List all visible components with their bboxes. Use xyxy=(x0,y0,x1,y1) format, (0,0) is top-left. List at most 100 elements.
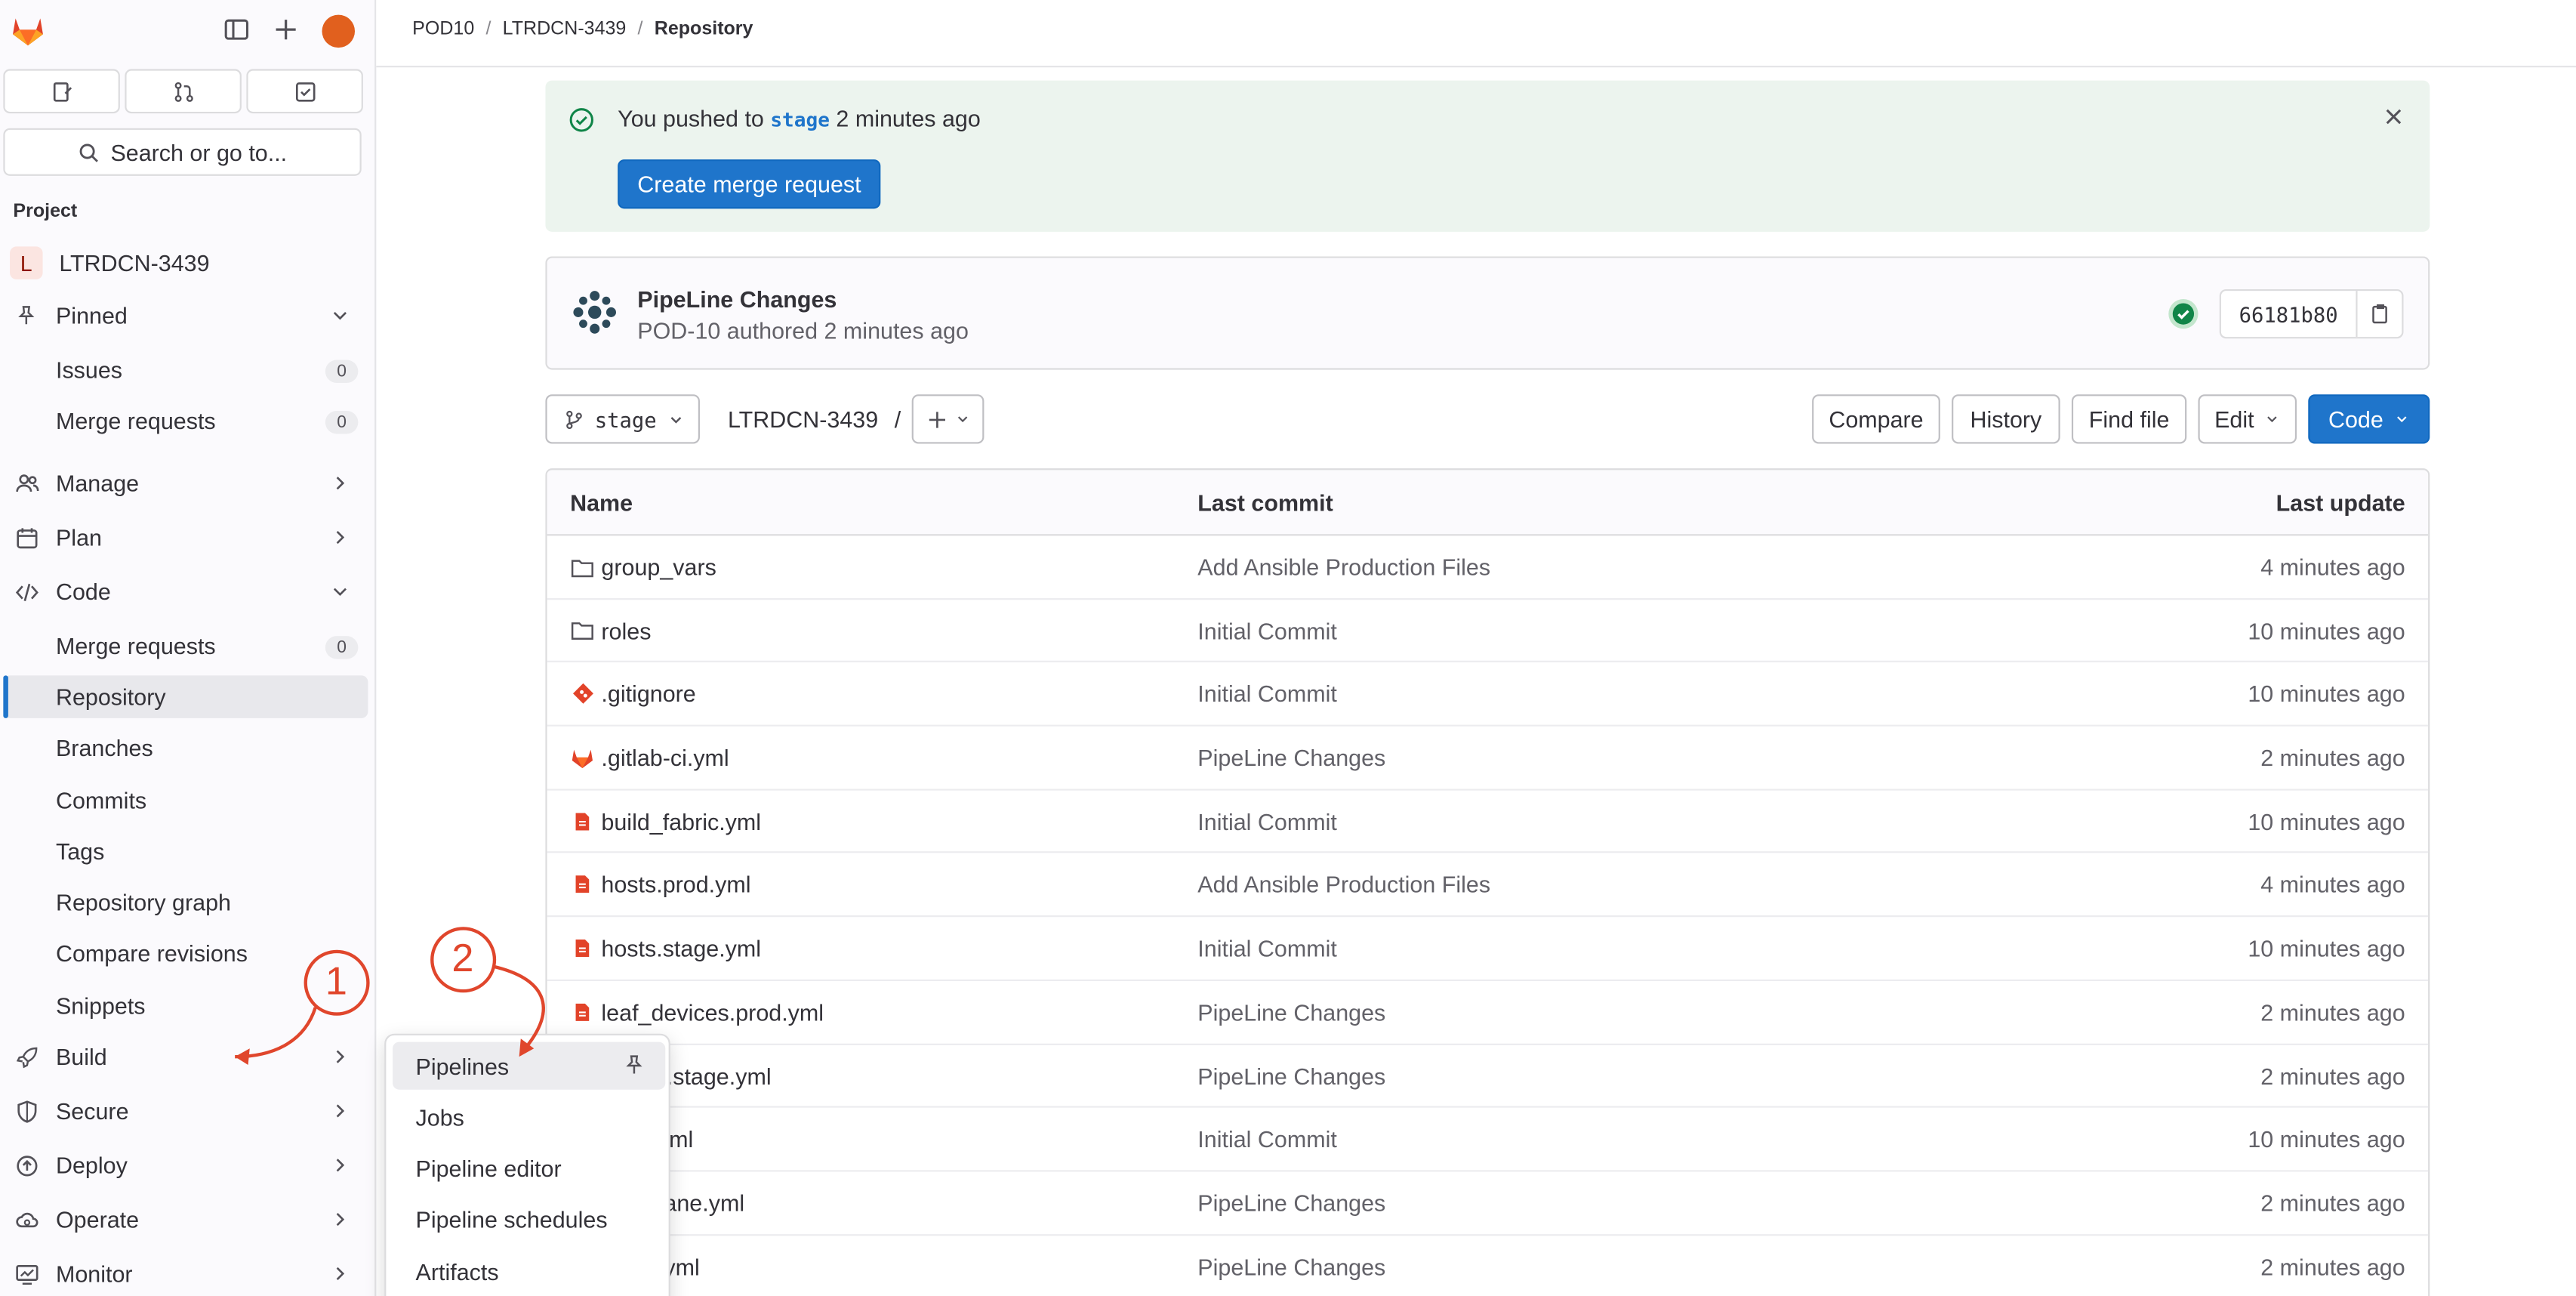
alert-branch-link[interactable]: stage xyxy=(770,109,830,131)
last-commit-cell[interactable]: PipeLine Changes xyxy=(1197,999,1385,1026)
file-name-cell[interactable]: roles xyxy=(570,617,651,643)
breadcrumb-item[interactable]: LTRDCN-3439 xyxy=(503,20,627,39)
code-dropdown-button[interactable]: Code xyxy=(2308,394,2430,444)
file-name-cell[interactable]: build_fabric.yml xyxy=(570,808,761,835)
sidebar-item-code[interactable]: Code xyxy=(0,570,368,613)
last-commit-cell[interactable]: Initial Commit xyxy=(1197,681,1337,708)
create-merge-request-button[interactable]: Create merge request xyxy=(618,159,881,209)
sidebar-item-issues[interactable]: Issues xyxy=(56,356,122,383)
compare-button[interactable]: Compare xyxy=(1812,394,1940,444)
last-commit-cell[interactable]: Initial Commit xyxy=(1197,1126,1337,1153)
menu-item-jobs[interactable]: Jobs xyxy=(393,1093,665,1140)
file-name[interactable]: leaf_devices.prod.yml xyxy=(601,999,824,1026)
table-row[interactable]: group_vars Add Ansible Production Files 4 … xyxy=(547,535,2429,600)
close-icon[interactable] xyxy=(2380,103,2407,130)
file-name-cell[interactable]: leaf_devices.prod.yml xyxy=(570,999,824,1026)
menu-item-pipelines[interactable]: Pipelines xyxy=(393,1041,666,1090)
sidebar-item-operate[interactable]: Operate xyxy=(0,1198,368,1241)
menu-item-pipeline-schedules[interactable]: Pipeline schedules xyxy=(393,1195,665,1242)
table-row[interactable]: roles Initial Commit 10 minutes ago xyxy=(547,600,2429,663)
breadcrumb-current[interactable]: Repository xyxy=(655,20,753,39)
project-link[interactable]: L LTRDCN-3439 xyxy=(10,246,210,279)
file-name[interactable]: hosts.prod.yml xyxy=(601,872,750,898)
commit-author-avatar[interactable] xyxy=(570,288,619,337)
file-name[interactable]: build_fabric.yml xyxy=(601,808,761,835)
table-row[interactable]: hosts.prod.yml Add Ansible Production Fil… xyxy=(547,853,2429,918)
breadcrumb-item[interactable]: POD10 xyxy=(412,20,474,39)
sidebar-item-label: Merge requests xyxy=(55,632,216,659)
last-update-cell: 2 minutes ago xyxy=(2260,1062,2405,1089)
edit-dropdown-button[interactable]: Edit xyxy=(2198,394,2297,444)
sidebar-item-manage[interactable]: Manage xyxy=(0,461,368,505)
find-file-button[interactable]: Find file xyxy=(2071,394,2187,444)
last-commit-cell[interactable]: Initial Commit xyxy=(1197,617,1337,643)
sidebar-item-compare-revisions[interactable]: Compare revisions xyxy=(56,940,248,967)
issues-quick-button[interactable] xyxy=(3,69,120,114)
file-name-cell[interactable]: .gitignore xyxy=(570,681,696,708)
sidebar-item-repository-graph[interactable]: Repository graph xyxy=(56,889,231,915)
pin-icon[interactable] xyxy=(623,1054,646,1076)
table-row[interactable]: abric.ymlInitial Commit10 minutes ago xyxy=(547,1108,2429,1172)
table-row[interactable]: evices.stage.yml PipeLine Changes 2 minute… xyxy=(547,1045,2429,1109)
sidebar-item-merge-requests[interactable]: Merge requests xyxy=(56,633,216,659)
last-commit-cell[interactable]: Initial Commit xyxy=(1197,935,1337,961)
last-commit-cell[interactable]: Add Ansible Production Files xyxy=(1197,554,1490,580)
file-name-cell[interactable]: group_vars xyxy=(570,554,716,580)
last-commit-cell[interactable]: Initial Commit xyxy=(1197,808,1337,835)
table-row[interactable]: leaf_devices.prod.yml PipeLine Changes 2 m… xyxy=(547,981,2429,1045)
menu-item-artifacts[interactable]: Artifacts xyxy=(393,1248,665,1295)
sidebar-item-secure[interactable]: Secure xyxy=(0,1090,368,1133)
branch-selector[interactable]: stage xyxy=(545,394,700,444)
sidebar-item-label: Secure xyxy=(55,1097,129,1125)
table-row[interactable]: build_fabric.yml Initial Commit 10 minutes… xyxy=(547,790,2429,854)
copy-sha-button[interactable] xyxy=(2358,291,2402,337)
top-bar: POD10 / LTRDCN-3439 / Repository xyxy=(376,0,2576,68)
last-commit-cell[interactable]: PipeLine Changes xyxy=(1197,1063,1385,1089)
file-name[interactable]: .gitlab-ci.yml xyxy=(601,745,729,771)
file-name[interactable]: group_vars xyxy=(601,554,716,580)
user-avatar[interactable] xyxy=(322,14,356,48)
todo-quick-button[interactable] xyxy=(246,69,363,114)
gitlab-logo-icon[interactable] xyxy=(10,13,46,49)
file-name[interactable]: roles xyxy=(601,617,651,643)
history-button[interactable]: History xyxy=(1952,394,2060,444)
pipeline-success-icon[interactable] xyxy=(2167,298,2200,331)
last-commit-cell[interactable]: PipeLine Changes xyxy=(1197,745,1385,771)
sidebar-item-plan[interactable]: Plan xyxy=(0,516,368,559)
sidebar-item-build[interactable]: Build xyxy=(0,1035,368,1078)
table-row[interactable]: dataplane.yml PipeLine Changes 2 minutes a… xyxy=(547,1171,2429,1236)
file-name-cell[interactable]: hosts.prod.yml xyxy=(570,872,751,898)
sidebar-item-pinned[interactable]: Pinned xyxy=(0,295,368,338)
plus-icon[interactable] xyxy=(273,17,299,43)
yaml-file-icon xyxy=(570,809,595,834)
merge-requests-quick-button[interactable] xyxy=(125,69,242,114)
file-name[interactable]: hosts.stage.yml xyxy=(601,935,761,961)
file-name-cell[interactable]: hosts.stage.yml xyxy=(570,935,761,961)
path-root-link[interactable]: LTRDCN-3439 xyxy=(728,406,878,432)
sidebar-item-repository[interactable]: Repository xyxy=(56,683,166,710)
sidebar-item-deploy[interactable]: Deploy xyxy=(0,1143,368,1186)
last-commit-cell[interactable]: PipeLine Changes xyxy=(1197,1190,1385,1216)
file-name[interactable]: .gitignore xyxy=(601,681,695,708)
header-last-update: Last update xyxy=(2276,489,2405,517)
sidebar-item-monitor[interactable]: Monitor xyxy=(0,1252,368,1295)
table-row[interactable]: hosts.stage.yml Initial Commit 10 minutes … xyxy=(547,917,2429,981)
commit-title[interactable]: PipeLine Changes xyxy=(637,286,837,313)
commit-sha[interactable]: 66181b80 xyxy=(2221,291,2358,338)
table-row[interactable]: .gitlab-ci.yml PipeLine Changes 2 minutes … xyxy=(547,727,2429,791)
search-button[interactable]: Search or go to... xyxy=(3,128,362,176)
menu-item-pipeline-editor[interactable]: Pipeline editor xyxy=(393,1143,665,1191)
last-commit-cell[interactable]: PipeLine Changes xyxy=(1197,1253,1385,1279)
sidebar-item-snippets[interactable]: Snippets xyxy=(56,992,146,1019)
sidebar-item-branches[interactable]: Branches xyxy=(56,735,153,761)
sidebar-item-tags[interactable]: Tags xyxy=(56,838,104,865)
sidebar-item-commits[interactable]: Commits xyxy=(56,787,146,813)
table-row[interactable]: .gitignore Initial Commit 10 minutes ago xyxy=(547,663,2429,727)
add-to-tree-button[interactable] xyxy=(911,394,984,444)
file-name-cell[interactable]: .gitlab-ci.yml xyxy=(570,745,729,771)
last-commit-cell[interactable]: Add Ansible Production Files xyxy=(1197,872,1490,898)
sidebar-item-merge-requests-pinned[interactable]: Merge requests xyxy=(56,408,216,434)
sidebar-top xyxy=(0,0,374,63)
toggle-sidebar-icon[interactable] xyxy=(223,17,250,43)
table-row[interactable]: fabric.ymlPipeLine Changes2 minutes ago xyxy=(547,1235,2429,1296)
